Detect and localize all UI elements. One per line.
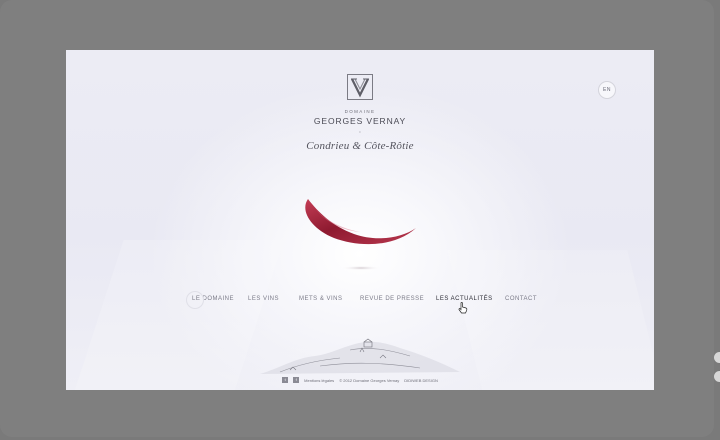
wine-petal-image (305, 199, 416, 271)
legal-link[interactable]: Mentions légales (304, 378, 334, 383)
nav-item-le-domaine[interactable]: LE DOMAINE (185, 291, 234, 309)
copyright-text: © 2012 Domaine Georges Vernay (339, 377, 400, 383)
nav-item-les-vins[interactable]: LES VINS (248, 296, 279, 302)
website-viewport: EN DOMAINE GEORGES VERNAY • Condrieu & C… (66, 50, 654, 390)
brand-subtitle: Condrieu & Côte-Rôtie (306, 140, 414, 152)
brand-domaine-label: DOMAINE (344, 109, 376, 114)
design-credit[interactable]: DIDIWEB DESIGN (404, 378, 438, 383)
background-facet (447, 250, 654, 390)
twitter-icon[interactable]: t (282, 377, 289, 383)
brand-name: GEORGES VERNAY (313, 116, 407, 126)
monogram-v-icon[interactable] (347, 74, 373, 100)
main-navigation: LE DOMAINE LES VINS METS & VINS REVUE DE… (66, 291, 654, 310)
hand-pointer-icon (458, 302, 468, 314)
facebook-icon[interactable]: f (293, 377, 300, 383)
nav-item-mets-vins[interactable]: METS & VINS (299, 296, 343, 302)
background-facet (68, 240, 284, 390)
edge-decoration (714, 352, 720, 402)
brand-separator: • (359, 129, 361, 134)
vineyard-hills-illustration (260, 338, 460, 374)
site-footer: t f Mentions légales © 2012 Domaine Geor… (66, 377, 654, 383)
brand-header: DOMAINE GEORGES VERNAY • Condrieu & Côte… (66, 74, 654, 152)
nav-item-contact[interactable]: CONTACT (505, 296, 537, 302)
nav-item-revue-de-presse[interactable]: REVUE DE PRESSE (360, 296, 424, 302)
